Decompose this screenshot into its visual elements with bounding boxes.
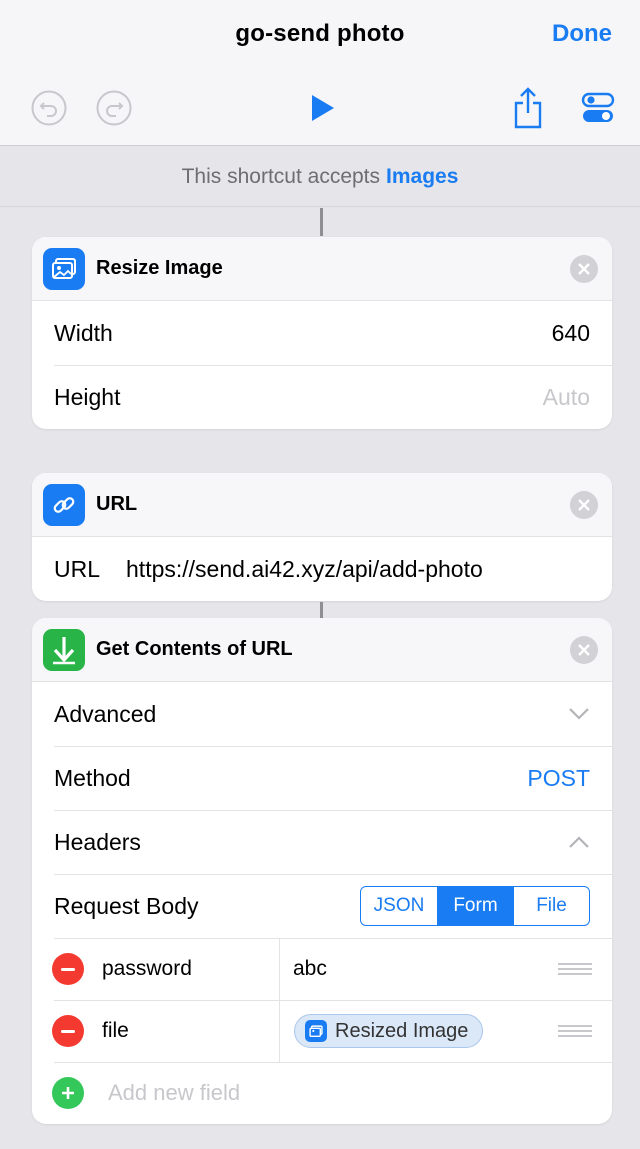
remove-action-button[interactable] [570, 491, 598, 519]
remove-action-button[interactable] [570, 255, 598, 283]
accepts-prefix: This shortcut accepts [181, 164, 381, 188]
magic-variable-chip[interactable]: Resized Image [294, 1014, 484, 1048]
width-value[interactable]: 640 [552, 320, 590, 347]
form-field-row: file Resized Image [32, 1000, 612, 1062]
chip-label: Resized Image [335, 1019, 469, 1042]
download-arrow-icon [43, 628, 85, 671]
photos-icon [43, 247, 85, 290]
action-title: Resize Image [96, 257, 223, 279]
segment-form[interactable]: Form [437, 887, 513, 925]
add-field-placeholder[interactable]: Add new field [108, 1080, 240, 1106]
request-body-row: Request Body JSON Form File [32, 874, 612, 938]
form-field-row: password abc [32, 938, 612, 1000]
field-value[interactable]: abc [293, 957, 327, 981]
field-key[interactable]: password [102, 957, 192, 981]
segment-file[interactable]: File [513, 887, 589, 925]
column-divider [279, 938, 280, 1000]
action-title: Get Contents of URL [96, 638, 293, 660]
done-button[interactable]: Done [552, 20, 612, 48]
top-bar: go-send photo Done [0, 0, 640, 146]
headers-row[interactable]: Headers [32, 810, 612, 874]
action-header: URL [32, 473, 612, 537]
remove-action-button[interactable] [570, 636, 598, 664]
segment-json[interactable]: JSON [361, 887, 437, 925]
play-icon[interactable] [304, 90, 340, 126]
drag-handle-icon[interactable] [558, 960, 592, 978]
method-row[interactable]: Method POST [32, 746, 612, 810]
close-icon [578, 644, 590, 656]
remove-field-icon[interactable] [52, 1015, 84, 1047]
share-icon[interactable] [510, 86, 546, 130]
height-value[interactable]: Auto [543, 384, 590, 411]
width-label: Width [54, 319, 113, 346]
redo-icon[interactable] [96, 90, 132, 126]
url-action: URL URL https://send.ai42.xyz/api/add-ph… [32, 473, 612, 601]
get-contents-action: Get Contents of URL Advanced Method POST… [32, 618, 612, 1124]
shortcut-title[interactable]: go-send photo [0, 20, 640, 48]
chevron-up-icon[interactable] [568, 835, 590, 849]
column-divider [279, 1000, 280, 1062]
url-field[interactable]: https://send.ai42.xyz/api/add-photo [126, 556, 483, 583]
advanced-label: Advanced [54, 700, 157, 727]
add-field-icon[interactable] [52, 1077, 84, 1109]
remove-field-icon[interactable] [52, 953, 84, 985]
request-body-label: Request Body [54, 892, 199, 919]
accepts-type-link[interactable]: Images [386, 165, 458, 189]
height-label: Height [54, 383, 121, 410]
url-label: URL [54, 555, 101, 582]
action-header: Resize Image [32, 237, 612, 301]
drag-handle-icon[interactable] [558, 1022, 592, 1040]
undo-icon[interactable] [31, 90, 67, 126]
width-row[interactable]: Width 640 [32, 301, 612, 365]
close-icon [578, 263, 590, 275]
method-label: Method [54, 764, 131, 791]
chevron-down-icon[interactable] [568, 707, 590, 721]
headers-label: Headers [54, 828, 141, 855]
close-icon [578, 499, 590, 511]
photos-icon [305, 1020, 327, 1042]
action-title: URL [96, 493, 138, 515]
accepts-bar: This shortcut accepts Images [0, 147, 640, 207]
resize-image-action: Resize Image Width 640 Height Auto [32, 237, 612, 429]
request-body-segmented-control: JSON Form File [360, 886, 590, 926]
advanced-row[interactable]: Advanced [32, 682, 612, 746]
url-row[interactable]: URL https://send.ai42.xyz/api/add-photo [32, 537, 612, 601]
flow-connector [320, 208, 323, 236]
link-icon [43, 483, 85, 526]
settings-toggle-icon[interactable] [580, 90, 616, 126]
field-key[interactable]: file [102, 1019, 129, 1043]
action-header: Get Contents of URL [32, 618, 612, 682]
flow-connector [320, 602, 323, 618]
height-row[interactable]: Height Auto [32, 365, 612, 429]
add-field-row[interactable]: Add new field [32, 1062, 612, 1124]
method-value[interactable]: POST [527, 765, 590, 792]
